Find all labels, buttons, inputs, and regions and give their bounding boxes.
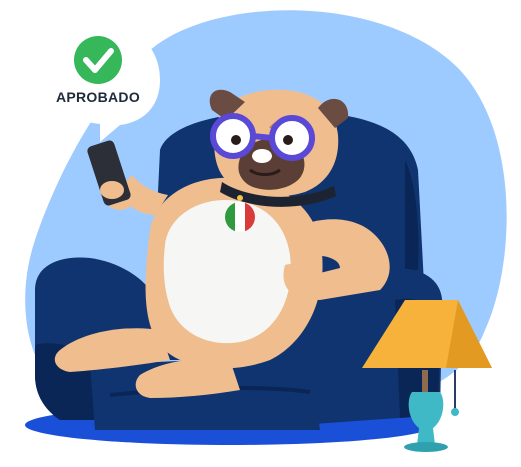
check-icon — [74, 36, 122, 84]
approval-status-label: APROBADO — [55, 89, 141, 105]
collar-tag — [225, 202, 255, 232]
pug-nose — [252, 149, 272, 163]
illustration-scene — [25, 10, 507, 452]
lamp-base — [408, 392, 444, 447]
